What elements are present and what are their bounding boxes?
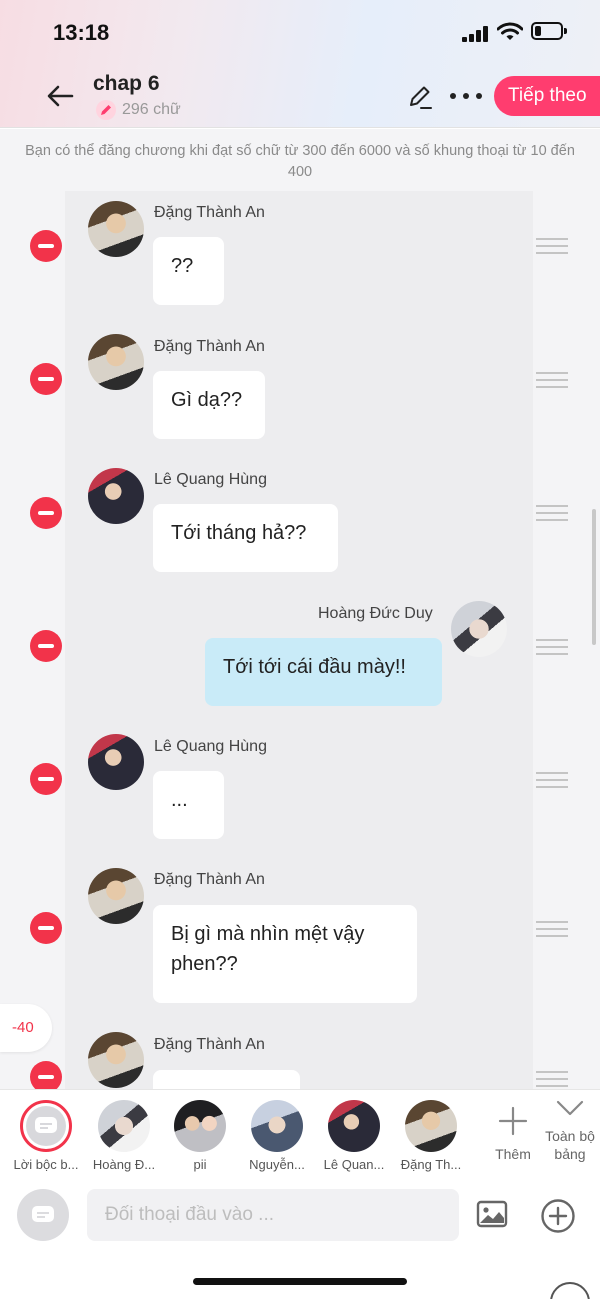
add-character-button[interactable]: Thêm <box>490 1106 536 1163</box>
delete-message-button[interactable] <box>30 630 62 662</box>
scrollbar[interactable] <box>592 509 596 645</box>
notice-text: Bạn có thể đăng chương khi đạt số chữ từ… <box>0 129 600 191</box>
drag-handle-icon[interactable] <box>536 238 568 254</box>
avatar <box>88 201 144 257</box>
more-options-icon[interactable] <box>448 86 484 106</box>
character-label: Lời bộc b... <box>13 1157 79 1172</box>
back-arrow-icon[interactable] <box>44 80 76 112</box>
edit-icon[interactable] <box>406 82 434 110</box>
message-bubble[interactable]: Tới tới cái đầu mày!! <box>205 638 442 706</box>
input-bar: Đối thoại đầu vào ... <box>0 1179 600 1299</box>
character-narration[interactable]: Lời bộc b... <box>10 1100 82 1172</box>
character-option[interactable]: Đặng Th... <box>395 1100 467 1172</box>
character-label: pii <box>193 1157 207 1172</box>
speaker-name: Lê Quang Hùng <box>154 471 267 488</box>
show-all-button[interactable]: Toàn bộ bảng <box>540 1098 600 1163</box>
message-bubble[interactable]: Gì dạ?? <box>153 371 265 439</box>
message-bubble[interactable] <box>153 1070 300 1089</box>
character-option[interactable]: Lê Quan... <box>318 1100 390 1172</box>
delete-message-button[interactable] <box>30 763 62 795</box>
character-option[interactable]: Nguyễn... <box>241 1100 313 1172</box>
narration-icon <box>20 1100 72 1152</box>
delete-message-button[interactable] <box>30 1061 62 1089</box>
speaker-name: Lê Quang Hùng <box>154 738 267 755</box>
wifi-icon <box>497 22 523 40</box>
word-count: 296 chữ <box>96 99 181 121</box>
drag-handle-icon[interactable] <box>536 772 568 788</box>
delete-message-button[interactable] <box>30 912 62 944</box>
status-time: 13:18 <box>53 20 110 45</box>
avatar <box>451 601 507 657</box>
word-count-text: 296 chữ <box>122 101 181 118</box>
character-label: Lê Quan... <box>323 1157 385 1172</box>
speaker-name: Đặng Thành An <box>154 338 265 355</box>
plus-icon <box>498 1106 528 1136</box>
speaker-name: Đặng Thành An <box>154 1036 265 1053</box>
drag-handle-icon[interactable] <box>536 505 568 521</box>
chapter-title: chap 6 <box>93 72 160 95</box>
speaker-name: Đặng Thành An <box>154 204 265 221</box>
add-character-label: Thêm <box>495 1146 531 1162</box>
show-all-label: Toàn bộ bảng <box>545 1128 595 1162</box>
delete-message-button[interactable] <box>30 230 62 262</box>
avatar <box>405 1100 457 1152</box>
avatar <box>88 868 144 924</box>
pencil-icon <box>96 100 116 120</box>
avatar <box>88 468 144 524</box>
avatar <box>88 1032 144 1088</box>
avatar <box>174 1100 226 1152</box>
cellular-signal-icon <box>462 26 488 42</box>
word-deficit-badge: -40 <box>0 1004 52 1052</box>
delete-message-button[interactable] <box>30 363 62 395</box>
battery-icon <box>531 22 567 40</box>
narration-toggle-icon[interactable] <box>17 1189 69 1241</box>
add-circle-icon[interactable] <box>540 1198 576 1234</box>
character-label: Nguyễn... <box>249 1157 305 1172</box>
character-label: Hoàng Đ... <box>92 1157 156 1172</box>
message-bubble[interactable]: ?? <box>153 237 224 305</box>
home-indicator <box>193 1278 407 1285</box>
next-button[interactable]: Tiếp theo <box>494 76 600 116</box>
drag-handle-icon[interactable] <box>536 1071 568 1087</box>
drag-handle-icon[interactable] <box>536 921 568 937</box>
character-label: Đặng Th... <box>400 1157 462 1172</box>
avatar <box>328 1100 380 1152</box>
character-selector: Lời bộc b... Hoàng Đ... pii Nguyễn... Lê… <box>0 1089 600 1179</box>
drag-handle-icon[interactable] <box>536 372 568 388</box>
message-bubble[interactable]: Tới tháng hả?? <box>153 504 338 572</box>
character-option[interactable]: Hoàng Đ... <box>88 1100 160 1172</box>
avatar <box>98 1100 150 1152</box>
header: 13:18 chap 6 296 chữ Tiếp theo <box>0 0 600 128</box>
chat-editor: Đặng Thành An ?? Đặng Thành An Gì dạ?? L… <box>0 191 600 1089</box>
speaker-name: Đặng Thành An <box>154 871 265 888</box>
status-bar: 13:18 <box>0 0 600 64</box>
avatar <box>88 734 144 790</box>
message-bubble[interactable]: Bị gì mà nhìn mệt vậy phen?? <box>153 905 417 1003</box>
delete-message-button[interactable] <box>30 497 62 529</box>
dialogue-input[interactable]: Đối thoại đầu vào ... <box>87 1189 459 1241</box>
character-option[interactable]: pii <box>164 1100 236 1172</box>
message-bubble[interactable]: ... <box>153 771 224 839</box>
scroll-up-icon[interactable] <box>550 1282 590 1299</box>
avatar <box>251 1100 303 1152</box>
drag-handle-icon[interactable] <box>536 639 568 655</box>
speaker-name: Hoàng Đức Duy <box>318 605 433 622</box>
chevron-down-icon <box>556 1100 584 1116</box>
avatar <box>88 334 144 390</box>
image-icon[interactable] <box>476 1200 508 1228</box>
